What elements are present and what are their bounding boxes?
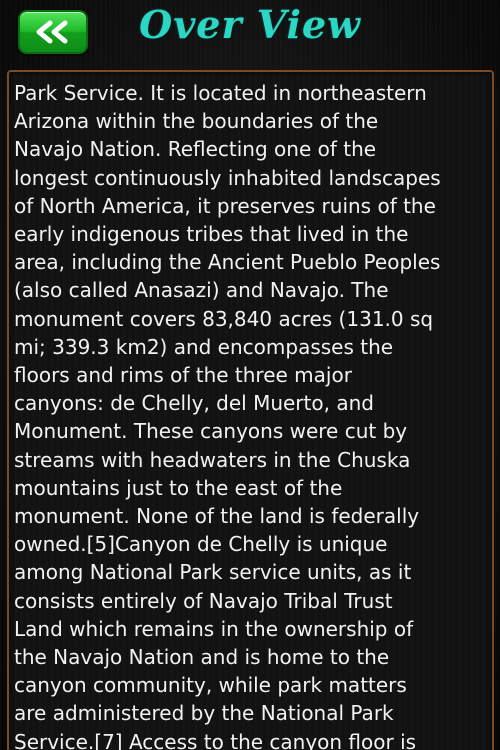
overview-text-panel[interactable]: Park Service. It is located in northeast… — [7, 70, 494, 750]
header-bar: Over View — [0, 0, 500, 64]
overview-text: Park Service. It is located in northeast… — [14, 81, 441, 750]
double-chevron-left-icon — [36, 20, 68, 44]
app-screen: Over View Park Service. It is located in… — [0, 0, 500, 750]
page-title: Over View — [139, 2, 361, 47]
back-button[interactable] — [18, 10, 88, 54]
